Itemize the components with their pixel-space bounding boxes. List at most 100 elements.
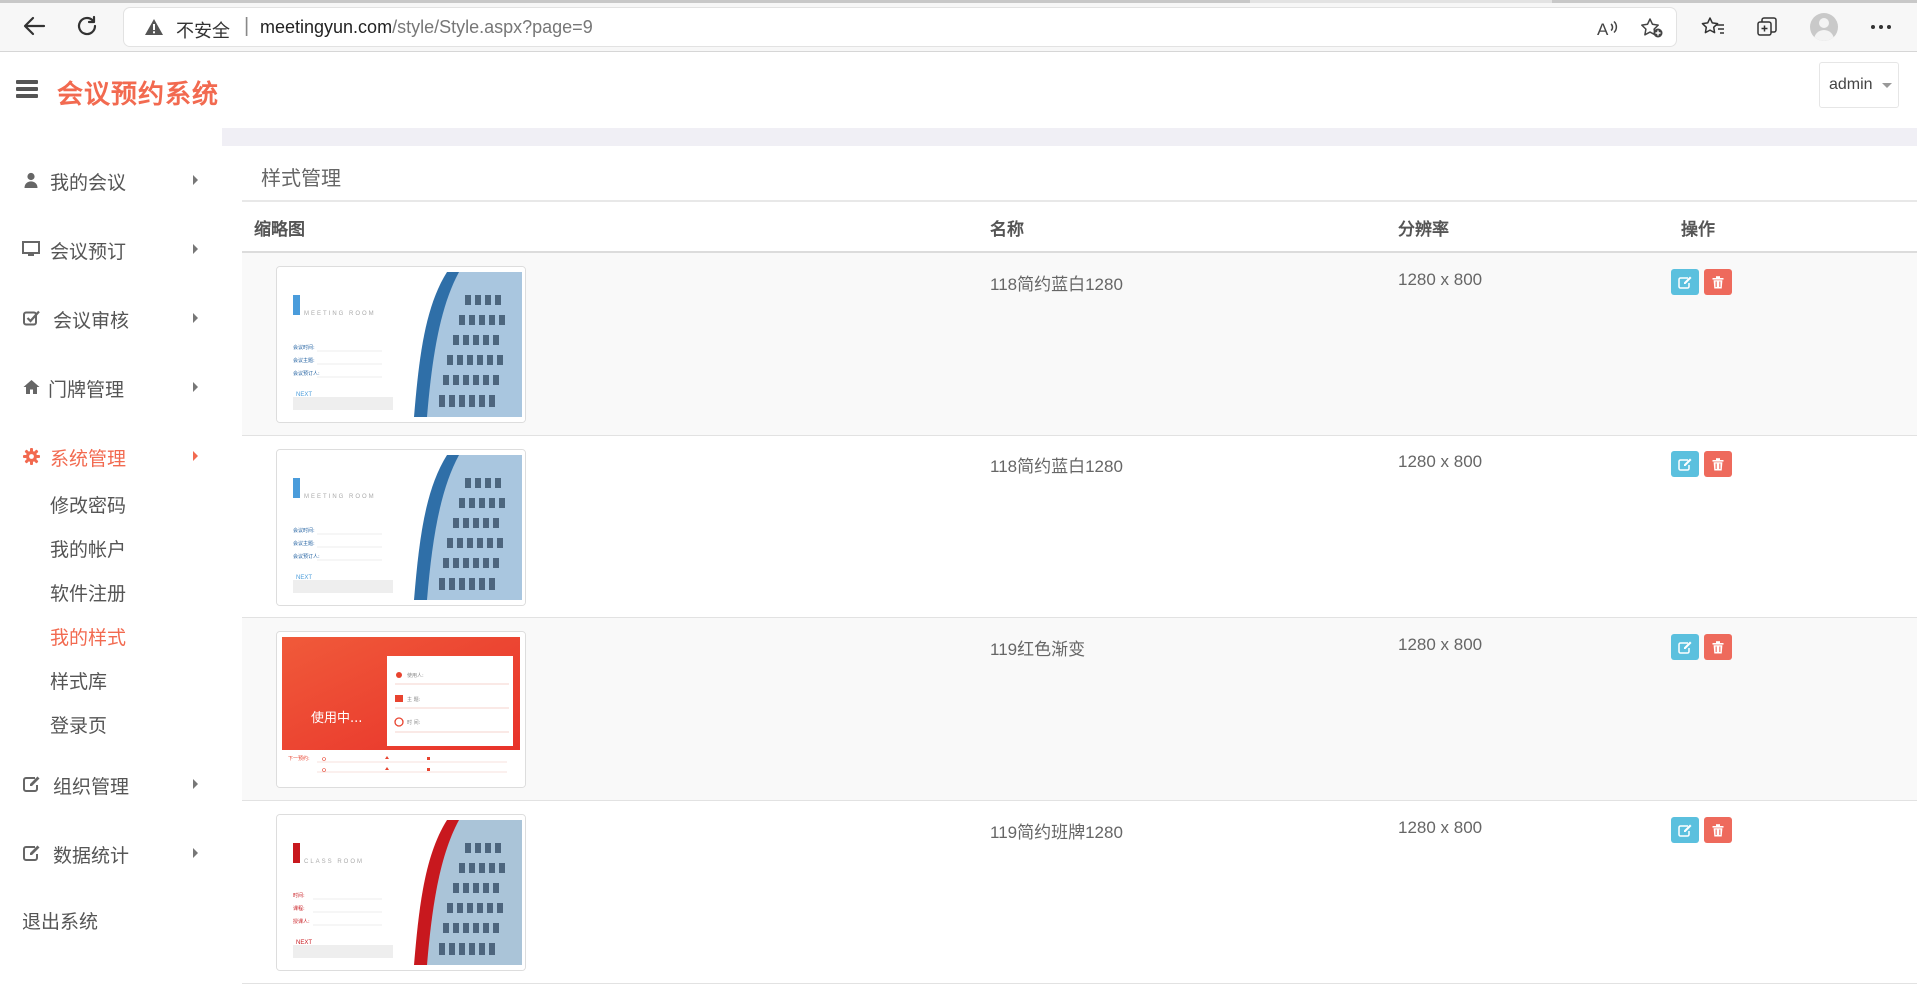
app-title: 会议预约系统 <box>57 79 220 109</box>
url-text[interactable]: meetingyun.com/style/Style.aspx?page=9 <box>260 17 593 38</box>
style-thumbnail[interactable]: CLASS ROOM 时间: 课程: 授课人: NEXT <box>276 814 526 971</box>
svg-text:使用中...: 使用中... <box>311 710 362 726</box>
home-icon <box>22 378 40 396</box>
check-square-icon <box>22 309 40 327</box>
trash-icon <box>1712 823 1724 836</box>
edit-icon <box>1678 458 1692 471</box>
sidebar-item-my-meetings[interactable]: 我的会议 <box>0 158 222 202</box>
sidebar: 我的会议 会议预订 会议审核 门牌管理 系统管理 修改密码 我的帐户 软件注册 … <box>0 128 222 988</box>
caret-right-icon <box>193 451 198 461</box>
style-thumbnail[interactable]: MEETING ROOM 会议时间: 会议主题: 会议预订人: NEXT <box>276 449 526 606</box>
menu-toggle-icon[interactable] <box>16 80 38 98</box>
column-header-name: 名称 <box>990 220 1024 239</box>
favorites-icon[interactable] <box>1698 12 1728 42</box>
arrow-left-icon <box>23 16 46 36</box>
caret-right-icon <box>193 779 198 789</box>
svg-text:A: A <box>1597 20 1609 38</box>
svg-text:MEETING ROOM: MEETING ROOM <box>304 494 376 500</box>
sidebar-item-label: 组织管理 <box>53 777 130 798</box>
edit-icon <box>22 775 40 793</box>
style-resolution: 1280 x 800 <box>1398 818 1483 837</box>
svg-text:CLASS ROOM: CLASS ROOM <box>304 859 364 865</box>
delete-button[interactable] <box>1704 451 1732 477</box>
svg-text:时间:: 时间: <box>293 892 305 899</box>
trash-icon <box>1712 275 1724 288</box>
style-thumbnail[interactable]: 使用中... 使用人: 主 题: 时 间: 下一预约: <box>276 631 526 788</box>
table-row: MEETING ROOM 会议时间: 会议主题: 会议预订人: NEXT 118… <box>242 436 1917 618</box>
submenu-change-password[interactable]: 修改密码 <box>50 491 126 518</box>
edit-icon <box>1678 276 1692 289</box>
sidebar-item-label: 我的会议 <box>50 173 127 194</box>
style-resolution: 1280 x 800 <box>1398 452 1483 471</box>
table-row: MEETING ROOM 会议时间: 会议主题: 会议预订人: NEXT 118… <box>242 253 1917 436</box>
style-name: 118简约蓝白1280 <box>990 275 1123 294</box>
tab-strip-segment <box>0 0 1250 3</box>
svg-text:下一预约:: 下一预约: <box>288 755 310 762</box>
submenu-my-account[interactable]: 我的帐户 <box>50 535 126 562</box>
refresh-button[interactable] <box>73 12 101 40</box>
svg-text:NEXT: NEXT <box>296 392 312 398</box>
delete-button[interactable] <box>1704 269 1732 295</box>
sidebar-item-statistics[interactable]: 数据统计 <box>0 831 222 875</box>
user-name: admin <box>1829 76 1873 93</box>
edit-button[interactable] <box>1671 634 1699 660</box>
caret-down-icon <box>1881 82 1892 88</box>
tab-strip-segment <box>1552 0 1917 3</box>
security-status-label[interactable]: 不安全 <box>176 17 230 43</box>
user-dropdown[interactable]: admin <box>1819 62 1899 108</box>
style-name: 119简约班牌1280 <box>990 823 1123 842</box>
edit-button[interactable] <box>1671 451 1699 477</box>
style-name: 118简约蓝白1280 <box>990 457 1123 476</box>
main-content: 样式管理 缩略图 名称 分辨率 操作 MEETING ROOM 会议时间: 会议… <box>222 128 1917 988</box>
profile-avatar[interactable] <box>1810 13 1838 41</box>
logout-link[interactable]: 退出系统 <box>22 907 98 934</box>
submenu-my-styles[interactable]: 我的样式 <box>50 623 126 650</box>
svg-text:NEXT: NEXT <box>296 940 312 946</box>
submenu-login-page[interactable]: 登录页 <box>50 711 107 738</box>
column-header-actions: 操作 <box>1681 220 1715 239</box>
svg-text:会议主题:: 会议主题: <box>293 357 315 364</box>
sidebar-item-organization[interactable]: 组织管理 <box>0 762 222 806</box>
sidebar-item-label: 数据统计 <box>53 846 130 867</box>
sidebar-item-system[interactable]: 系统管理 <box>0 434 222 478</box>
browser-toolbar: 不安全 | meetingyun.com/style/Style.aspx?pa… <box>0 0 1917 52</box>
more-menu-icon[interactable] <box>1866 12 1896 42</box>
style-thumbnail[interactable]: MEETING ROOM 会议时间: 会议主题: 会议预订人: NEXT <box>276 266 526 423</box>
svg-text:会议主题:: 会议主题: <box>293 540 315 547</box>
collections-icon[interactable] <box>1752 12 1782 42</box>
edit-icon <box>1678 824 1692 837</box>
divider <box>242 200 1917 202</box>
svg-text:主 题:: 主 题: <box>407 696 421 703</box>
style-resolution: 1280 x 800 <box>1398 270 1483 289</box>
submenu-software-registration[interactable]: 软件注册 <box>50 579 126 606</box>
sidebar-item-label: 会议预订 <box>50 242 127 263</box>
back-button[interactable] <box>20 12 48 40</box>
sidebar-item-review[interactable]: 会议审核 <box>0 296 222 340</box>
add-favorite-icon[interactable] <box>1640 17 1664 39</box>
sidebar-item-doorplate[interactable]: 门牌管理 <box>0 365 222 409</box>
edit-button[interactable] <box>1671 817 1699 843</box>
svg-text:使用人:: 使用人: <box>407 672 424 679</box>
table-row: CLASS ROOM 时间: 课程: 授课人: NEXT 119简约班牌1280… <box>242 801 1917 984</box>
monitor-icon <box>22 240 40 258</box>
svg-text:MEETING ROOM: MEETING ROOM <box>304 311 376 317</box>
address-bar[interactable]: 不安全 | meetingyun.com/style/Style.aspx?pa… <box>124 8 1676 46</box>
content-top-strip <box>222 128 1917 146</box>
sidebar-item-booking[interactable]: 会议预订 <box>0 227 222 271</box>
edit-icon <box>1678 641 1692 654</box>
caret-right-icon <box>193 175 198 185</box>
app-header: 会议预约系统 admin <box>0 52 1917 128</box>
user-icon <box>22 171 40 189</box>
style-resolution: 1280 x 800 <box>1398 635 1483 654</box>
address-separator: | <box>244 15 250 37</box>
sidebar-item-label: 会议审核 <box>53 311 130 332</box>
gear-icon <box>22 447 40 465</box>
edit-button[interactable] <box>1671 269 1699 295</box>
read-aloud-icon[interactable]: A <box>1595 17 1619 39</box>
delete-button[interactable] <box>1704 634 1732 660</box>
delete-button[interactable] <box>1704 817 1732 843</box>
svg-text:会议时间:: 会议时间: <box>293 344 315 351</box>
submenu-style-library[interactable]: 样式库 <box>50 667 107 694</box>
tab-strip-edge <box>0 0 1917 3</box>
warning-icon[interactable] <box>144 18 164 41</box>
